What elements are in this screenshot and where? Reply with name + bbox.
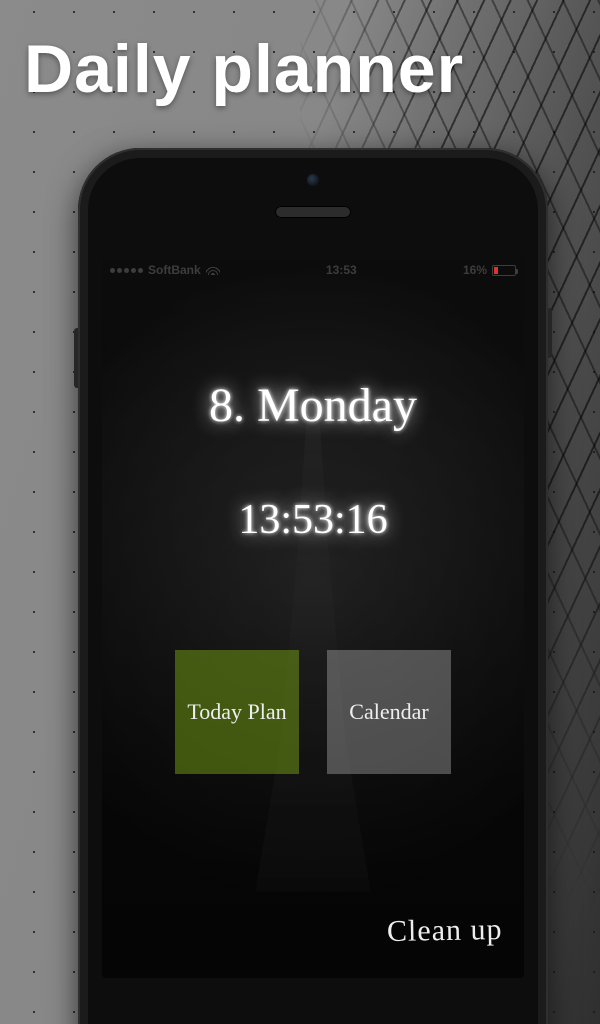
phone-device-frame: SoftBank 13:53 16% 8. Monday 13:53:16 To… xyxy=(78,148,548,1024)
front-camera-icon xyxy=(307,174,319,186)
today-plan-button[interactable]: Today Plan xyxy=(175,650,299,774)
current-time: 13:53:16 xyxy=(102,496,524,544)
home-tiles: Today Plan Calendar xyxy=(175,650,451,774)
phone-screen: SoftBank 13:53 16% 8. Monday 13:53:16 To… xyxy=(102,258,524,978)
page-title: Daily planner xyxy=(24,30,464,108)
calendar-button[interactable]: Calendar xyxy=(327,650,451,774)
carrier-label: SoftBank xyxy=(148,263,201,277)
status-clock: 13:53 xyxy=(326,263,357,277)
battery-icon xyxy=(492,265,516,276)
signal-strength-icon xyxy=(110,268,143,273)
battery-percent: 16% xyxy=(463,263,487,277)
cleanup-button[interactable]: Clean up xyxy=(386,913,502,949)
current-date: 8. Monday xyxy=(102,378,524,433)
eiffel-tower-decor xyxy=(223,388,403,892)
status-bar: SoftBank 13:53 16% xyxy=(102,258,524,282)
wifi-icon xyxy=(206,265,220,275)
earpiece-speaker-icon xyxy=(275,206,351,218)
